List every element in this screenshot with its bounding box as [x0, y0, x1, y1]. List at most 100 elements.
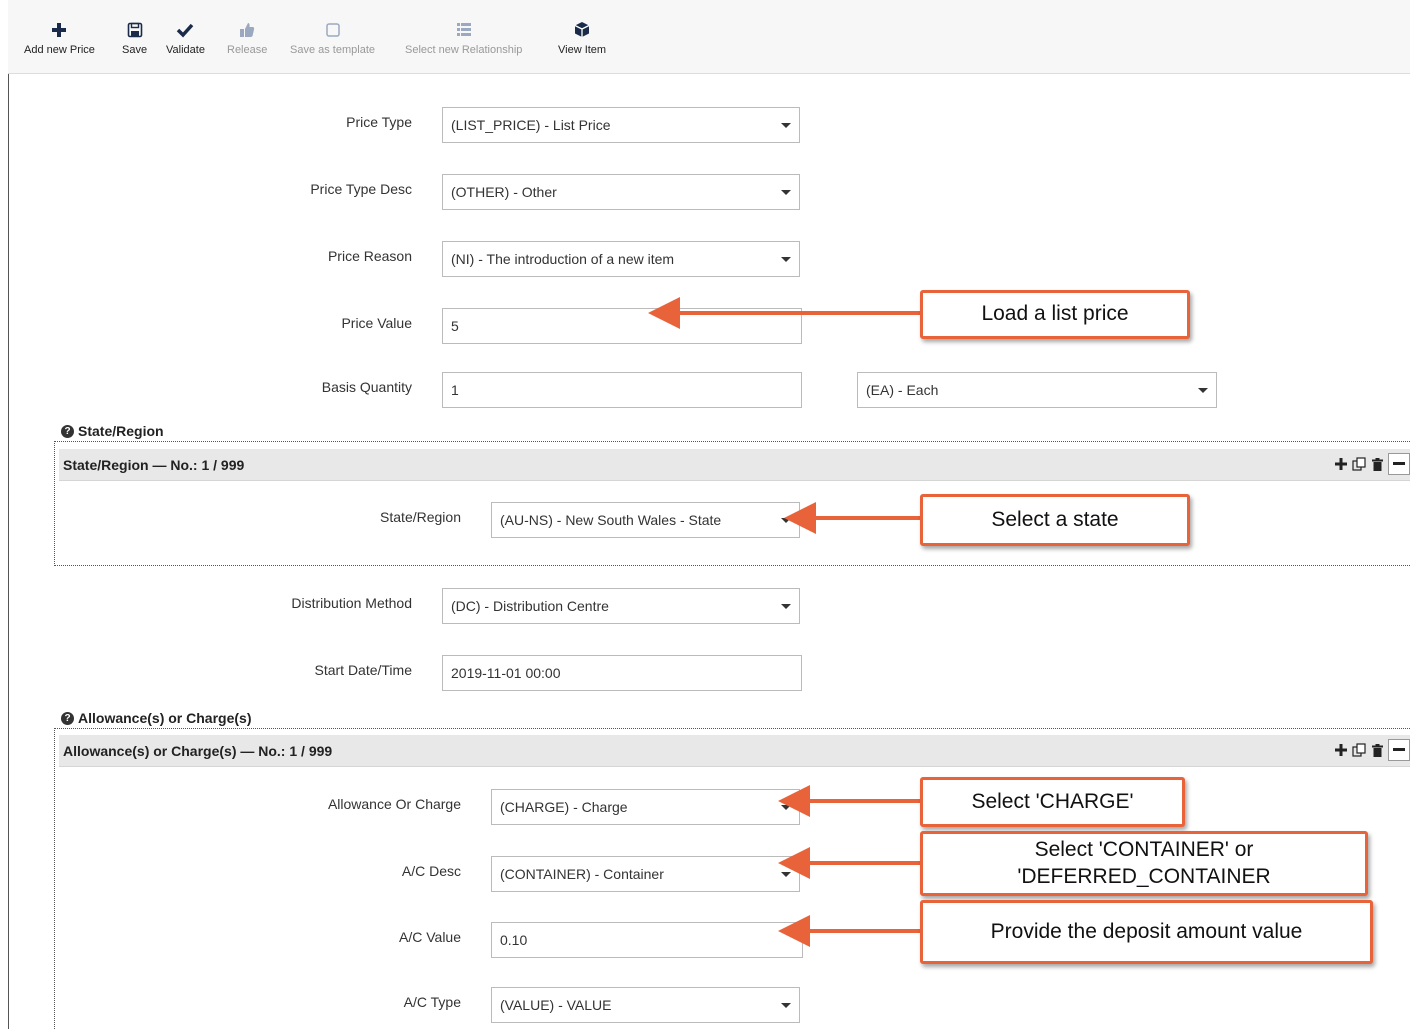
state-region-heading: ? State/Region [61, 423, 164, 439]
ac-value-input[interactable]: 0.10 [491, 922, 803, 958]
state-region-bar-title: State/Region — No.: 1 / 999 [63, 456, 245, 473]
callout-select-charge: Select 'CHARGE' [920, 777, 1185, 827]
chevron-down-icon [781, 256, 791, 262]
basis-quantity-value: 1 [451, 382, 459, 398]
select-new-relationship-label: Select new Relationship [405, 44, 523, 56]
chevron-down-icon [781, 871, 791, 877]
copy-icon[interactable] [1352, 455, 1366, 473]
callout-select-container-line2: 'DEFERRED_CONTAINER [1017, 864, 1271, 888]
thumbs-up-icon [227, 20, 267, 42]
allowance-bar-title: Allowance(s) or Charge(s) — No.: 1 / 999 [63, 742, 333, 759]
save-button[interactable]: Save [122, 20, 147, 56]
price-reason-select[interactable]: (NI) - The introduction of a new item [442, 241, 800, 277]
allowance-bar: Allowance(s) or Charge(s) — No.: 1 / 999 [59, 735, 1410, 767]
checkbox-empty-icon [290, 20, 375, 42]
plus-icon [24, 20, 95, 42]
allowance-or-charge-select[interactable]: (CHARGE) - Charge [491, 789, 800, 825]
callout-select-container: Select 'CONTAINER' or 'DEFERRED_CONTAINE… [920, 831, 1368, 896]
validate-label: Validate [166, 44, 205, 56]
price-reason-value: (NI) - The introduction of a new item [451, 251, 675, 267]
copy-icon[interactable] [1352, 741, 1366, 759]
callout-load-list-price-text: Load a list price [981, 302, 1129, 326]
release-button[interactable]: Release [227, 20, 267, 56]
ac-value-label: A/C Value [399, 929, 461, 945]
add-new-price-button[interactable]: Add new Price [24, 20, 95, 56]
state-region-heading-text: State/Region [78, 423, 164, 439]
basis-quantity-label: Basis Quantity [321, 379, 412, 395]
callout-deposit-value: Provide the deposit amount value [920, 900, 1373, 964]
price-type-desc-value: (OTHER) - Other [451, 184, 557, 200]
distribution-method-label: Distribution Method [291, 595, 412, 611]
toolbar: Add new Price Save Validate Release Save… [8, 0, 1410, 74]
list-icon [405, 20, 522, 42]
validate-button[interactable]: Validate [166, 20, 205, 56]
ac-value-value: 0.10 [500, 932, 528, 948]
callout-load-list-price: Load a list price [920, 290, 1190, 339]
start-datetime-label: Start Date/Time [314, 662, 412, 678]
collapse-icon[interactable] [1388, 739, 1410, 761]
state-region-select[interactable]: (AU-NS) - New South Wales - State [491, 502, 800, 538]
trash-icon[interactable] [1370, 741, 1384, 759]
view-item-button[interactable]: View Item [558, 20, 606, 56]
cube-icon [558, 20, 606, 42]
chevron-down-icon [781, 603, 791, 609]
save-as-template-label: Save as template [290, 44, 375, 56]
chevron-down-icon [781, 122, 791, 128]
chevron-down-icon [781, 517, 791, 523]
chevron-down-icon [1198, 387, 1208, 393]
ac-desc-label: A/C Desc [401, 863, 461, 879]
save-label: Save [122, 44, 148, 56]
start-datetime-input[interactable]: 2019-11-01 00:00 [442, 655, 802, 691]
release-label: Release [227, 44, 268, 56]
callout-deposit-value-text: Provide the deposit amount value [990, 919, 1303, 943]
chevron-down-icon [781, 189, 791, 195]
price-type-label: Price Type [346, 114, 412, 130]
state-region-bar: State/Region — No.: 1 / 999 [59, 449, 1410, 481]
price-type-value: (LIST_PRICE) - List Price [451, 117, 611, 133]
callout-select-charge-text: Select 'CHARGE' [971, 789, 1134, 813]
distribution-method-select[interactable]: (DC) - Distribution Centre [442, 588, 800, 624]
view-item-label: View Item [558, 44, 607, 56]
basis-quantity-unit-value: (EA) - Each [866, 382, 939, 398]
price-value-value: 5 [451, 318, 459, 334]
price-type-desc-label: Price Type Desc [310, 181, 412, 197]
trash-icon[interactable] [1370, 455, 1384, 473]
ac-desc-value: (CONTAINER) - Container [500, 866, 664, 882]
price-value-label: Price Value [341, 315, 412, 331]
collapse-icon[interactable] [1388, 453, 1410, 475]
allowance-heading: ? Allowance(s) or Charge(s) [61, 710, 251, 726]
add-new-price-label: Add new Price [24, 44, 95, 56]
price-value-input[interactable]: 5 [442, 308, 802, 344]
price-reason-label: Price Reason [327, 248, 412, 264]
add-icon[interactable] [1334, 741, 1348, 759]
price-type-desc-select[interactable]: (OTHER) - Other [442, 174, 800, 210]
basis-quantity-unit-select[interactable]: (EA) - Each [857, 372, 1217, 408]
callout-select-state-text: Select a state [991, 507, 1119, 531]
state-region-value: (AU-NS) - New South Wales - State [500, 512, 722, 528]
question-circle-icon[interactable]: ? [61, 424, 74, 438]
checkmark-icon [166, 20, 205, 42]
save-as-template-button[interactable]: Save as template [290, 20, 375, 56]
floppy-disk-icon [122, 20, 147, 42]
ac-type-value: (VALUE) - VALUE [500, 997, 612, 1013]
state-region-tools [1334, 453, 1410, 475]
state-region-field-label: State/Region [380, 509, 461, 525]
distribution-method-value: (DC) - Distribution Centre [451, 598, 609, 614]
start-datetime-value: 2019-11-01 00:00 [451, 665, 561, 681]
select-new-relationship-button[interactable]: Select new Relationship [405, 20, 522, 56]
ac-desc-select[interactable]: (CONTAINER) - Container [491, 856, 800, 892]
chevron-down-icon [781, 1002, 791, 1008]
allowance-or-charge-label: Allowance Or Charge [327, 796, 461, 812]
allowance-heading-text: Allowance(s) or Charge(s) [78, 710, 252, 726]
allowance-or-charge-value: (CHARGE) - Charge [500, 799, 628, 815]
price-type-select[interactable]: (LIST_PRICE) - List Price [442, 107, 800, 143]
basis-quantity-input[interactable]: 1 [442, 372, 802, 408]
add-icon[interactable] [1334, 455, 1348, 473]
callout-select-container-line1: Select 'CONTAINER' or [1034, 838, 1254, 862]
ac-type-select[interactable]: (VALUE) - VALUE [491, 987, 800, 1023]
allowance-tools [1334, 739, 1410, 761]
ac-type-label: A/C Type [403, 994, 461, 1010]
question-circle-icon[interactable]: ? [61, 711, 74, 725]
chevron-down-icon [781, 804, 791, 810]
callout-select-state: Select a state [920, 494, 1190, 546]
